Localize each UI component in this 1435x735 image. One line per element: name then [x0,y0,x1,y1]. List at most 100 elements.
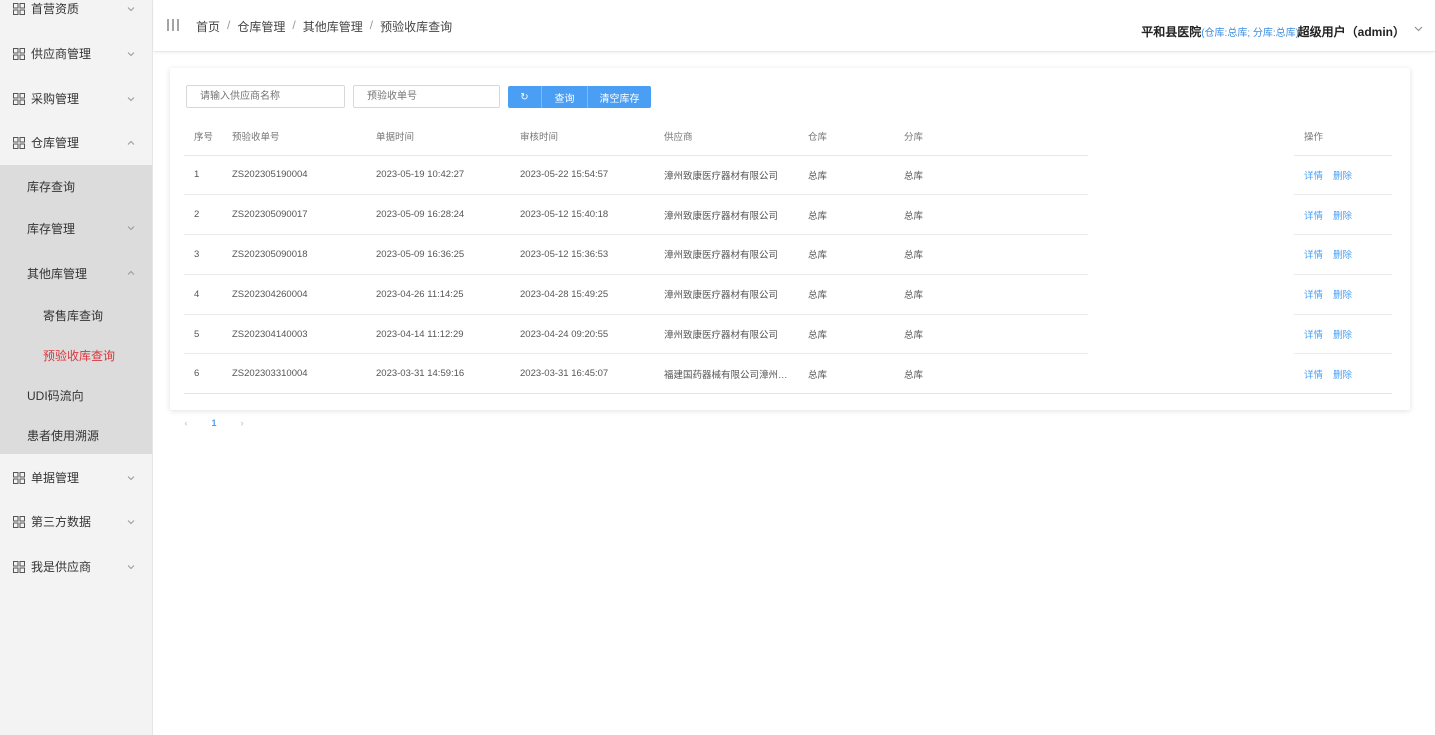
sidebar-item-label: 供应商管理 [31,47,92,61]
sidebar-item-label: 采购管理 [31,92,80,106]
sidebar-item-documents[interactable]: 单据管理 [0,455,152,500]
table-header-row: 序号 预验收单号 单据时间 审核时间 供应商 仓库 分库 操作 [184,118,1392,156]
action-buttons: ↻ 查询 清空库存 [508,86,651,108]
cell-no: 1 [184,155,222,196]
cell-supplier: 漳州致康医疗器材有限公司 [654,194,798,236]
delete-link[interactable]: 删除 [1333,290,1352,301]
sidebar-item-label: UDI码流向 [27,388,84,403]
sidebar-item-third-party[interactable]: 第三方数据 [0,499,152,544]
cell-supplier: 福建国药器械有限公司漳州… [654,353,798,395]
cell-no: 5 [184,314,222,355]
sidebar-item-patient-trace[interactable]: 患者使用溯源 [0,415,152,455]
table-row: 6 ZS202303310004 2023-03-31 14:59:16 2023-0… [184,353,1392,395]
breadcrumb-current: 预验收库查询 [380,20,453,34]
warehouse-scope: (仓库:总库; 分库:总库) [1201,28,1299,39]
cell-order: ZS202304260004 [222,274,366,315]
sidebar-item-warehouse[interactable]: 仓库管理 [0,120,152,165]
sidebar-item-purchase[interactable]: 采购管理 [0,76,152,121]
order-number-input[interactable] [353,85,500,108]
breadcrumb-warehouse[interactable]: 仓库管理 [237,18,285,35]
detail-link[interactable]: 详情 [1304,250,1323,261]
sidebar-item-supplier[interactable]: 供应商管理 [0,31,152,76]
cell-no: 3 [184,234,222,275]
detail-link[interactable]: 详情 [1304,370,1323,381]
grid-icon [13,136,25,149]
cell-no: 2 [184,194,222,236]
cell-doc-time: 2023-04-26 11:14:25 [366,274,510,315]
cell-warehouse: 总库 [798,194,894,236]
sidebar-item-stock-manage[interactable]: 库存管理 [0,208,152,248]
detail-link[interactable]: 详情 [1304,211,1323,222]
breadcrumb-separator: / [369,18,374,32]
column-header: 预验收单号 [222,118,366,156]
chevron-up-icon [127,270,135,275]
column-header: 供应商 [654,118,798,156]
cell-warehouse: 总库 [798,314,894,355]
grid-icon [13,515,25,528]
cell-warehouse: 总库 [798,353,894,395]
delete-link[interactable]: 删除 [1333,370,1352,381]
hospital-info: 平和县医院(仓库:总库; 分库:总库) [1141,23,1299,40]
cell-spacer [1088,235,1294,275]
sidebar-item-stock-query[interactable]: 库存查询 [0,166,152,206]
delete-link[interactable]: 删除 [1333,330,1352,341]
breadcrumb-separator: / [227,18,231,32]
sidebar-toggle-icon[interactable] [166,19,182,31]
sidebar-item-label: 我是供应商 [31,560,92,574]
cell-audit-time: 2023-04-28 15:49:25 [510,274,654,315]
sidebar-item-label: 单据管理 [31,471,80,485]
table-row: 4 ZS202304260004 2023-04-26 11:14:25 2023-0… [184,274,1392,315]
grid-icon [13,471,25,484]
cell-audit-time: 2023-05-22 15:54:57 [510,155,654,196]
sidebar: 首营资质 供应商管理 采购管理 仓库管理 库存查询 库存管理 其他库管理 寄售库… [0,0,153,735]
chevron-down-icon[interactable] [1414,26,1423,32]
clear-stock-button[interactable]: 清空库存 [588,86,651,108]
sidebar-item-udi-flow[interactable]: UDI码流向 [0,375,152,415]
delete-link[interactable]: 删除 [1333,171,1352,182]
cell-order: ZS202305090017 [222,194,366,236]
sidebar-item-qualification[interactable]: 首营资质 [0,0,152,31]
chevron-down-icon [127,226,135,231]
sidebar-item-other-manage[interactable]: 其他库管理 [0,253,152,293]
delete-link[interactable]: 删除 [1333,250,1352,261]
breadcrumb-other-manage[interactable]: 其他库管理 [303,18,363,35]
cell-supplier: 漳州致康医疗器材有限公司 [654,234,798,275]
query-button[interactable]: 查询 [542,86,588,108]
cell-audit-time: 2023-05-12 15:40:18 [510,194,654,236]
breadcrumb-separator: / [292,18,296,32]
top-header: 首页 / 仓库管理 / 其他库管理 / 预验收库查询 平和县医院(仓库:总库; … [154,0,1435,52]
pagination-next[interactable]: › [228,418,256,428]
detail-link[interactable]: 详情 [1304,171,1323,182]
cell-sub: 总库 [894,155,1088,196]
supplier-name-input[interactable] [186,85,345,108]
chevron-down-icon [127,564,135,569]
detail-link[interactable]: 详情 [1304,330,1323,341]
detail-link[interactable]: 详情 [1304,290,1323,301]
refresh-button[interactable]: ↻ [508,86,542,108]
sidebar-item-precheck-query[interactable]: 预验收库查询 [0,335,152,375]
cell-actions: 详情 删除 [1294,353,1392,395]
chevron-down-icon [127,51,135,56]
cell-sub: 总库 [894,194,1088,236]
pagination-prev[interactable]: ‹ [172,418,200,428]
cell-spacer [1088,195,1294,235]
cell-actions: 详情 删除 [1294,274,1392,315]
cell-supplier: 漳州致康医疗器材有限公司 [654,314,798,355]
sidebar-item-label: 其他库管理 [27,266,88,281]
pagination-page[interactable]: 1 [200,418,228,428]
delete-link[interactable]: 删除 [1333,211,1352,222]
pagination-divider [172,410,256,411]
cell-doc-time: 2023-03-31 14:59:16 [366,353,510,395]
user-menu[interactable]: 超级用户（admin） [1298,23,1405,40]
cell-audit-time: 2023-03-31 16:45:07 [510,353,654,395]
column-header: 审核时间 [510,118,654,156]
sidebar-item-i-am-supplier[interactable]: 我是供应商 [0,544,152,589]
sidebar-item-label: 预验收库查询 [43,348,116,363]
chevron-down-icon [127,96,135,101]
cell-no: 6 [184,353,222,395]
cell-actions: 详情 删除 [1294,314,1392,355]
sidebar-item-consign-query[interactable]: 寄售库查询 [0,295,152,335]
sidebar-item-label: 库存管理 [27,221,76,236]
breadcrumb-home[interactable]: 首页 [196,18,220,35]
sidebar-item-label: 寄售库查询 [43,308,104,323]
